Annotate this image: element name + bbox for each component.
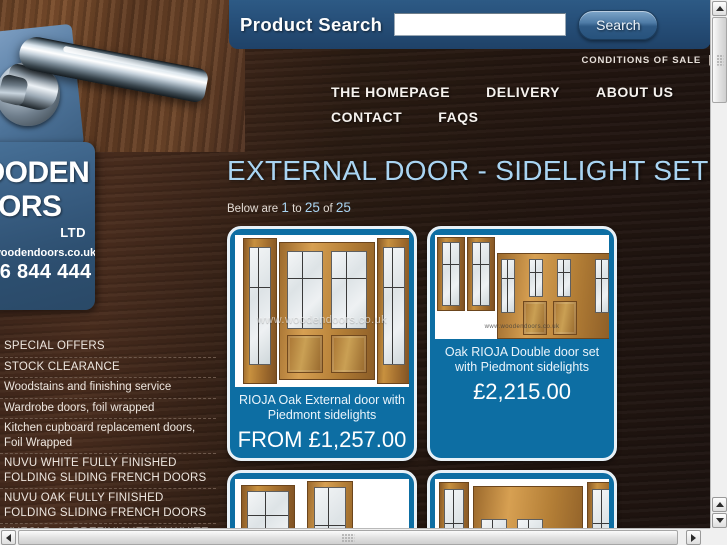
conditions-of-sale-link[interactable]: CONDITIONS OF SALE: [581, 55, 701, 66]
product-grid: www.woodendoors.co.uk RIOJA Oak External…: [227, 226, 727, 545]
triangle-right-icon: [691, 533, 696, 542]
grip-icon: [716, 54, 723, 66]
category-sidebar: SPECIAL OFFERS STOCK CLEARANCE Woodstain…: [0, 337, 216, 545]
result-count-to: 25: [304, 200, 320, 215]
company-logo[interactable]: WOODEN DOORS LTD sales@woodendoors.co.uk…: [0, 142, 95, 310]
product-search-bar: Product Search Search: [229, 0, 711, 49]
result-count: Below are 1 to 25 of 25: [227, 200, 351, 215]
result-count-total: 25: [335, 200, 351, 215]
product-card[interactable]: www.woodendoors.co.uk Oak RIOJA Double d…: [427, 226, 617, 461]
scroll-down-button[interactable]: [712, 513, 727, 528]
result-count-to-word: to: [292, 203, 302, 215]
product-image: www.woodendoors.co.uk: [235, 235, 409, 387]
sidebar-item-nuvu-oak[interactable]: NUVU OAK FULLY FINISHED FOLDING SLIDING …: [0, 489, 216, 524]
product-card[interactable]: www.woodendoors.co.uk RIOJA Oak External…: [227, 226, 417, 461]
triangle-up-icon: [715, 502, 724, 507]
result-count-prefix: Below are: [227, 203, 279, 215]
scroll-up-button[interactable]: [712, 1, 727, 16]
nav-item-faqs[interactable]: FAQS: [438, 109, 478, 125]
sidebar-item-woodstains[interactable]: Woodstains and finishing service: [0, 378, 216, 399]
page-title: EXTERNAL DOOR - SIDELIGHT SETS: [227, 155, 727, 186]
product-search-label: Product Search: [240, 13, 383, 35]
product-price: FROM £1,257.00: [237, 427, 407, 452]
horizontal-scrollbar[interactable]: [0, 528, 710, 545]
vertical-scrollbar[interactable]: [710, 0, 727, 529]
product-title: RIOJA Oak External door with Piedmont si…: [238, 393, 406, 422]
logo-wooden-text: WOODEN: [0, 156, 90, 189]
nav-item-delivery[interactable]: DELIVERY: [486, 84, 560, 100]
logo-email-text: sales@woodendoors.co.uk: [0, 247, 95, 259]
search-input[interactable]: [394, 13, 567, 36]
logo-ltd-text: LTD: [60, 225, 86, 240]
browser-viewport: Product Search Search CONDITIONS OF SALE…: [0, 0, 727, 545]
logo-doors-text: DOORS: [0, 190, 62, 223]
logo-phone-text: 01706 844 444: [0, 261, 92, 283]
nav-item-contact[interactable]: CONTACT: [331, 109, 402, 125]
grip-icon: [341, 533, 355, 542]
search-button[interactable]: Search: [578, 9, 659, 40]
result-count-from: 1: [281, 200, 289, 215]
triangle-down-icon: [715, 518, 724, 523]
product-image: www.woodendoors.co.uk: [435, 235, 609, 339]
nav-item-the-homepage[interactable]: THE HOMEPAGE: [331, 84, 450, 100]
horizontal-scrollbar-thumb[interactable]: [18, 530, 678, 545]
sidebar-item-kitchen-cupboard[interactable]: Kitchen cupboard replacement doors, Foil…: [0, 419, 216, 454]
sidebar-item-nuvu-white[interactable]: NUVU WHITE FULLY FINISHED FOLDING SLIDIN…: [0, 454, 216, 489]
triangle-left-icon: [6, 533, 11, 542]
sidebar-item-special-offers[interactable]: SPECIAL OFFERS: [0, 337, 216, 358]
sidebar-item-stock-clearance[interactable]: STOCK CLEARANCE: [0, 358, 216, 378]
scroll-up-button-bottom[interactable]: [712, 497, 727, 512]
product-price: £2,215.00: [473, 379, 571, 404]
product-title: Oak RIOJA Double door set with Piedmont …: [444, 345, 600, 374]
conditions-of-sale-row: CONDITIONS OF SALE |: [581, 54, 711, 66]
result-count-of-word: of: [323, 203, 333, 215]
nav-item-about-us[interactable]: ABOUT US: [596, 84, 674, 100]
sidebar-item-wardrobe-doors[interactable]: Wardrobe doors, foil wrapped: [0, 399, 216, 419]
main-navigation: THE HOMEPAGE DELIVERY ABOUT US CONTACT F…: [331, 84, 727, 125]
scrollbar-corner: [710, 528, 727, 545]
scroll-left-button[interactable]: [1, 530, 16, 545]
wood-grain-background: [0, 0, 245, 155]
scroll-right-button[interactable]: [686, 530, 701, 545]
vertical-scrollbar-thumb[interactable]: [712, 17, 727, 103]
triangle-up-icon: [715, 6, 724, 11]
